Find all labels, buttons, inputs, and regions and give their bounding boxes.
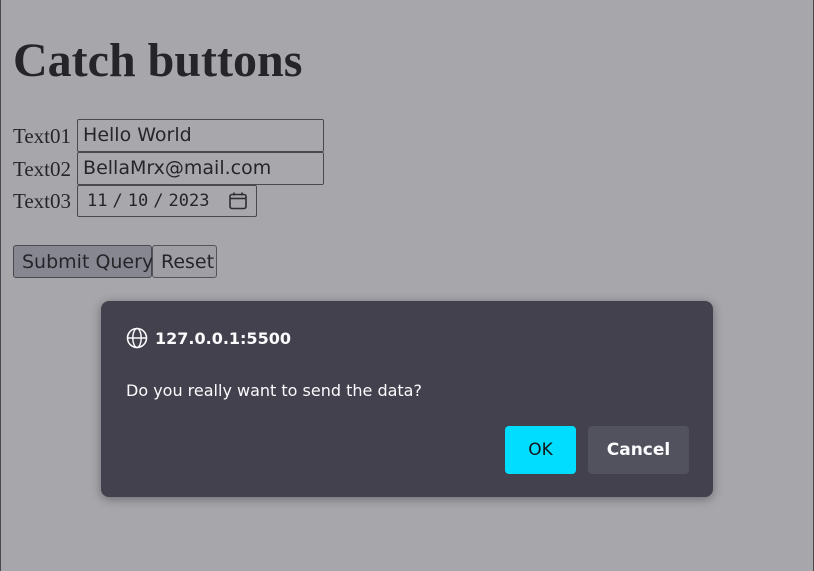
dialog-origin-text: 127.0.0.1:5500: [155, 328, 291, 348]
globe-icon: [126, 327, 148, 349]
dialog-origin: 127.0.0.1:5500: [126, 327, 291, 349]
cancel-button[interactable]: Cancel: [588, 426, 689, 474]
dialog-message: Do you really want to send the data?: [126, 381, 422, 400]
confirm-dialog: 127.0.0.1:5500 Do you really want to sen…: [101, 301, 713, 497]
ok-button[interactable]: OK: [505, 426, 576, 474]
